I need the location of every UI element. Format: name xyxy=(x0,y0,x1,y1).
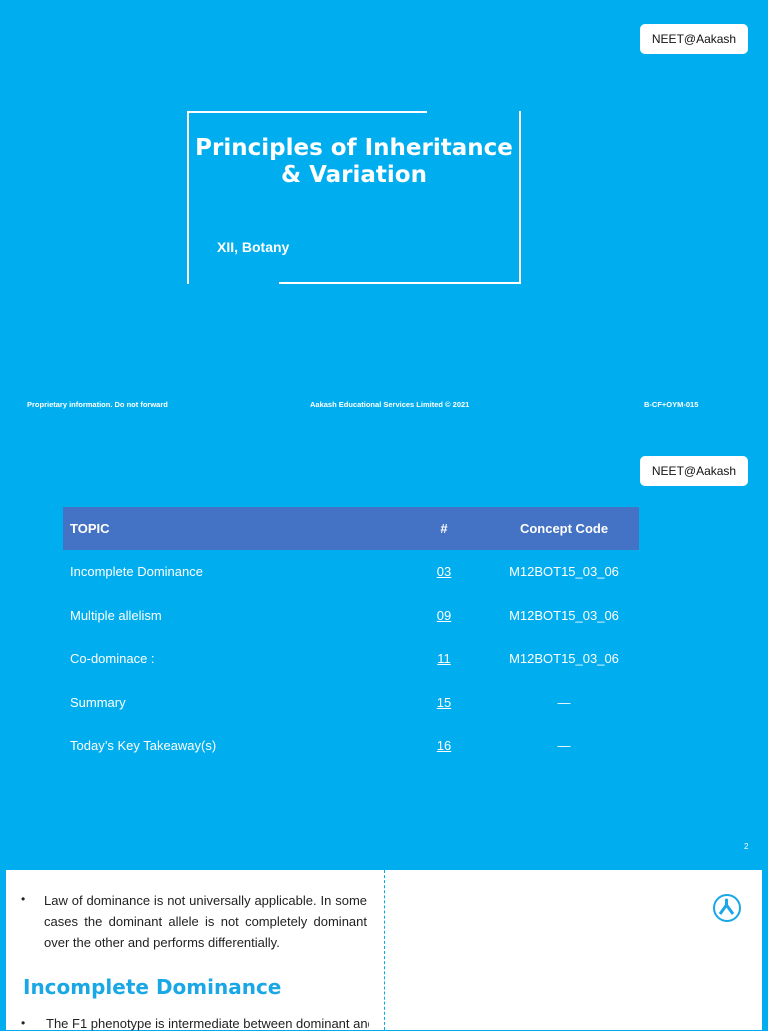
slide-title: Principles of Inheritance & Variation xyxy=(195,135,513,188)
topic-cell: Today’s Key Takeaway(s) xyxy=(70,738,217,754)
slide-link-cell[interactable]: 03 xyxy=(399,550,489,594)
slide-link[interactable]: 09 xyxy=(437,608,451,623)
concept-code-cell: M12BOT15_03_06 xyxy=(509,564,619,580)
concept-code-cell: — xyxy=(557,738,571,754)
slide-link-cell[interactable]: 15 xyxy=(399,681,489,725)
title-slide: NEET@Aakash Principles of Inheritance & V… xyxy=(0,0,768,432)
footer-right: B-CF+OYM-015 xyxy=(644,400,699,409)
header-concept-code: Concept Code xyxy=(489,507,639,550)
content-slide: • Law of dominance is not universally ap… xyxy=(6,870,762,1031)
slide-subtitle: XII, Botany xyxy=(217,239,290,255)
concept-code-cell: — xyxy=(557,694,571,710)
table-row: Multiple allelism 09 M12BOT15_03_06 xyxy=(63,594,639,638)
topic-cell: Incomplete Dominance xyxy=(70,564,203,580)
table-row: Summary 15 — xyxy=(63,681,639,725)
neet-aakash-badge: NEET@Aakash xyxy=(640,456,748,486)
footer-center: Aakash Educational Services Limited © 20… xyxy=(310,400,470,409)
aakash-logo-icon xyxy=(713,894,741,922)
section-heading: Incomplete Dominance xyxy=(23,975,282,999)
slide-link-cell[interactable]: 11 xyxy=(399,637,489,681)
concept-code-cell: M12BOT15_03_06 xyxy=(509,607,619,623)
slide-link[interactable]: 03 xyxy=(437,564,451,579)
slide-link-cell[interactable]: 09 xyxy=(399,594,489,638)
slide-link[interactable]: 15 xyxy=(437,695,451,710)
page-number: 2 xyxy=(744,842,749,851)
topic-table: TOPIC # Concept Code Incomplete Dominanc… xyxy=(63,507,639,768)
slide-link-cell[interactable]: 16 xyxy=(399,724,489,768)
slide-link[interactable]: 16 xyxy=(437,738,451,753)
neet-aakash-badge: NEET@Aakash xyxy=(640,24,748,54)
header-topic: TOPIC xyxy=(63,507,399,550)
slide-link[interactable]: 11 xyxy=(437,651,451,666)
title-frame: Principles of Inheritance & Variation XII… xyxy=(187,111,521,284)
topic-cell: Summary xyxy=(70,694,126,710)
concept-code-cell: M12BOT15_03_06 xyxy=(509,651,619,667)
table-row: Co-dominace : 11 M12BOT15_03_06 xyxy=(63,637,639,681)
table-row: Incomplete Dominance 03 M12BOT15_03_06 xyxy=(63,550,639,594)
footer-left: Proprietary information. Do not forward xyxy=(27,400,168,409)
topic-cell: Co-dominace : xyxy=(70,651,155,667)
bullet-text: Law of dominance is not universally appl… xyxy=(44,893,367,950)
topic-cell: Multiple allelism xyxy=(70,607,162,623)
table-row: Today’s Key Takeaway(s) 16 — xyxy=(63,724,639,768)
header-number: # xyxy=(399,507,489,550)
